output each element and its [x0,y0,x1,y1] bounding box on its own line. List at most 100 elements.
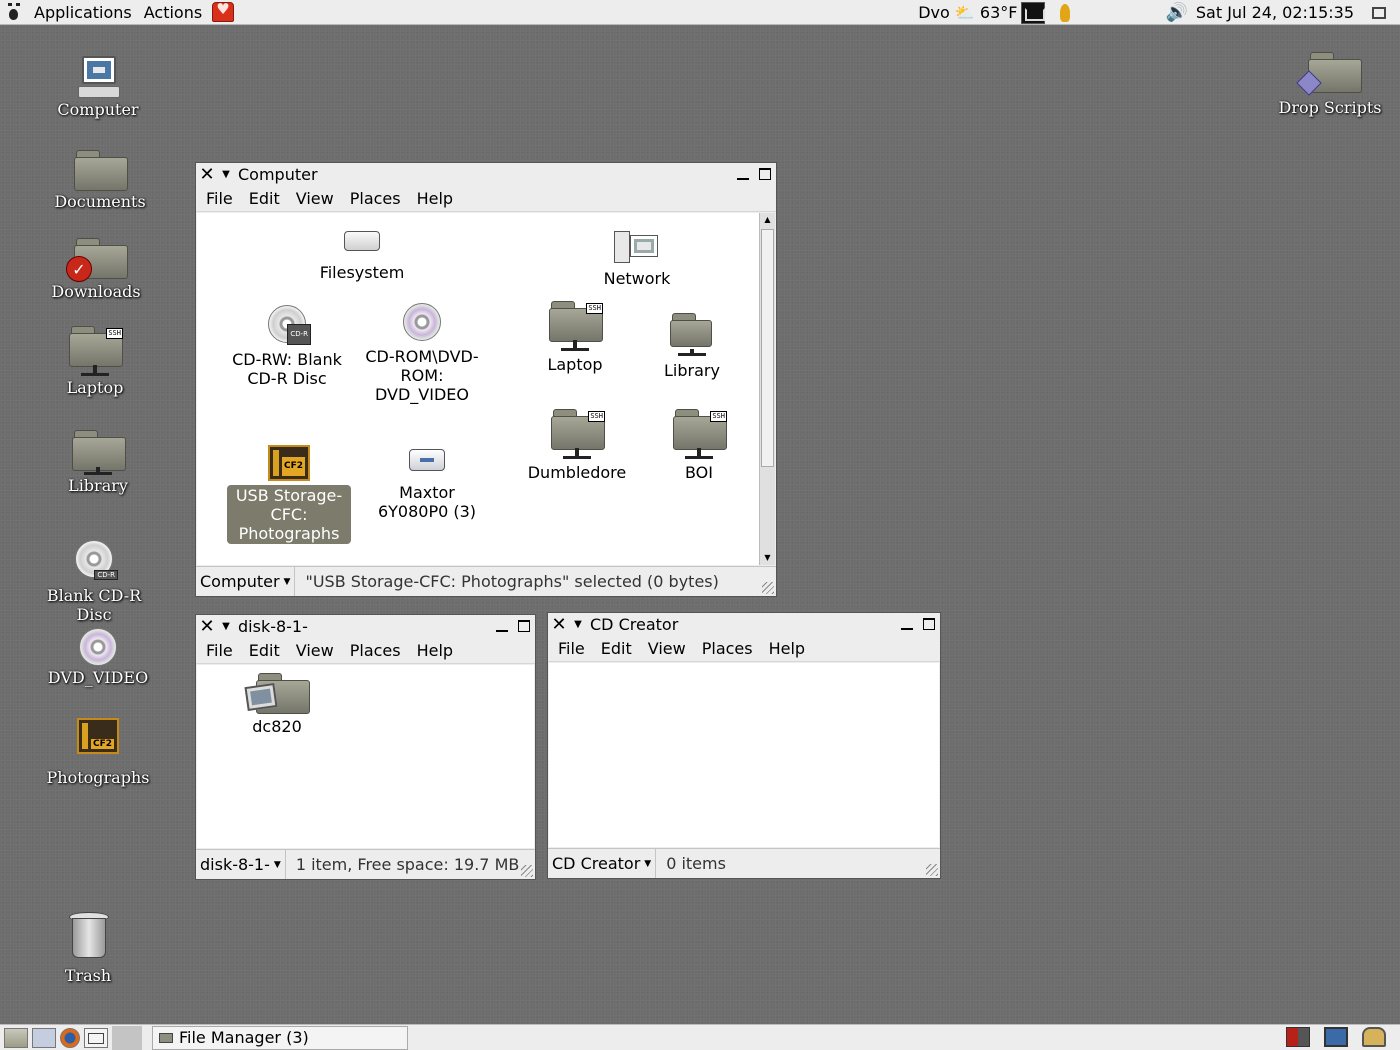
menu-edit[interactable]: Edit [593,639,640,658]
file-view[interactable]: dc820 [197,665,534,848]
menu-places[interactable]: Places [342,189,409,208]
location-label: CD Creator [552,854,641,873]
menu-edit[interactable]: Edit [241,641,288,660]
trash-icon [69,912,109,958]
maximize-icon[interactable] [513,617,535,636]
window-cd-creator[interactable]: ✕ ▼ CD Creator File Edit View Places Hel… [547,612,941,879]
file-item-label: Library [664,361,720,380]
cdr-disc-icon: CD-R [268,305,311,345]
menu-file[interactable]: File [198,641,241,660]
desktop-icon-drop-scripts[interactable]: Drop Scripts [1270,52,1390,117]
menu-view[interactable]: View [288,641,342,660]
file-item-label: CD-ROM\DVD-ROM: DVD_VIDEO [365,347,479,404]
file-item-network[interactable]: Network [577,231,697,288]
close-icon[interactable]: ✕ [196,616,218,637]
file-view[interactable]: Filesystem Network CD-R CD-RW: Blank CD-… [197,213,775,565]
desktop-icon-trash[interactable]: Trash [28,912,148,985]
window-disk[interactable]: ✕ ▼ disk-8-1- File Edit View Places Help… [195,614,536,880]
menu-file[interactable]: File [550,639,593,658]
taskbar-button-file-manager[interactable]: File Manager (3) [152,1025,408,1050]
maximize-icon[interactable] [918,615,940,634]
location-dropdown[interactable]: disk-8-1- ▼ [196,850,286,879]
library-folder-icon [72,430,126,475]
mail-notify-icon[interactable] [1021,1,1046,24]
maximize-icon[interactable] [754,165,776,184]
mail-icon[interactable] [84,1027,108,1048]
volume-icon[interactable]: 🔊 [1165,2,1187,23]
menu-help[interactable]: Help [409,641,461,660]
resize-grip-icon[interactable] [521,865,533,877]
desktop-icon-library[interactable]: Library [38,430,158,495]
scroll-up-arrow-icon[interactable]: ▲ [760,213,775,227]
weather-applet[interactable]: Dvo ⛅ 63°F [918,3,1017,22]
resize-grip-icon[interactable] [762,582,774,594]
menu-places[interactable]: Places [694,639,761,658]
desktop-icon-photographs[interactable]: Photographs [38,718,158,787]
scroll-thumb[interactable] [761,229,774,467]
checkmark-badge-icon: ✓ [66,256,92,282]
desktop-icon-laptop[interactable]: SSH Laptop [35,326,155,397]
window-titlebar[interactable]: ✕ ▼ Computer [196,163,776,186]
file-item-cdrw[interactable]: CD-R CD-RW: Blank CD-R Disc [222,305,352,388]
network-monitor-icon[interactable] [32,1027,56,1048]
menu-file[interactable]: File [198,189,241,208]
statusbar: CD Creator ▼ 0 items [548,848,940,878]
vertical-scrollbar[interactable]: ▲ ▼ [759,213,775,565]
desktop-icon-blank-cdr[interactable]: CD-R Blank CD-R Disc [34,540,154,624]
clock[interactable]: Sat Jul 24, 02:15:35 [1196,3,1354,22]
file-view[interactable] [549,663,939,847]
window-menu-arrow-icon[interactable]: ▼ [218,621,234,632]
screen-icon[interactable] [1324,1027,1348,1047]
window-titlebar[interactable]: ✕ ▼ disk-8-1- [196,615,535,638]
desktop-icon-documents[interactable]: Documents [40,148,160,211]
gift-icon[interactable] [212,0,235,22]
file-item-label: BOI [684,463,713,482]
file-item-library[interactable]: Library [637,307,747,380]
location-dropdown[interactable]: Computer ▼ [196,567,296,596]
location-dropdown[interactable]: CD Creator ▼ [548,849,657,878]
minimize-icon[interactable] [732,165,754,184]
ssh-tag: SSH [586,303,603,314]
file-item-boi[interactable]: SSH BOI [647,409,751,482]
file-item-filesystem[interactable]: Filesystem [297,231,427,282]
file-item-cdrom[interactable]: CD-ROM\DVD-ROM: DVD_VIDEO [357,303,487,404]
file-item-usb-storage[interactable]: USB Storage-CFC: Photographs [227,445,351,544]
actions-menu[interactable]: Actions [138,0,208,25]
resize-grip-icon[interactable] [926,864,938,876]
menu-view[interactable]: View [640,639,694,658]
scroll-down-arrow-icon[interactable]: ▼ [760,551,775,565]
file-item-laptop[interactable]: SSH Laptop [517,301,633,374]
workspace-switcher[interactable] [112,1025,142,1050]
menu-edit[interactable]: Edit [241,189,288,208]
compact-flash-icon [77,718,119,754]
window-menu-arrow-icon[interactable]: ▼ [218,169,234,180]
desktop-icon-downloads[interactable]: ✓ Downloads [36,238,156,301]
window-menu-arrow-icon[interactable]: ▼ [570,619,586,630]
desktop-icon-label: Computer [57,100,139,119]
desktop-icon-computer[interactable]: Computer [38,56,158,119]
menu-view[interactable]: View [288,189,342,208]
menu-help[interactable]: Help [409,189,461,208]
window-titlebar[interactable]: ✕ ▼ CD Creator [548,613,940,636]
file-item-label: USB Storage-CFC: Photographs [227,485,351,544]
bottom-panel: File Manager (3) [0,1024,1400,1050]
file-item-dc820[interactable]: dc820 [227,671,327,736]
workspace-icon[interactable] [1372,6,1386,19]
desktop-icon-dvd-video[interactable]: DVD_VIDEO [38,628,158,687]
file-item-maxtor[interactable]: Maxtor 6Y080P0 (3) [365,449,489,521]
close-icon[interactable]: ✕ [548,614,570,635]
close-icon[interactable]: ✕ [196,164,218,185]
firefox-icon[interactable] [60,1027,80,1048]
harddisk-icon [409,449,445,471]
menu-places[interactable]: Places [342,641,409,660]
minimize-icon[interactable] [896,615,918,634]
lock-icon[interactable] [1362,1027,1386,1047]
tux-icon[interactable] [1055,2,1075,24]
show-desktop-icon[interactable] [4,1027,28,1048]
window-computer[interactable]: ✕ ▼ Computer File Edit View Places Help … [195,162,777,597]
minimize-icon[interactable] [491,617,513,636]
menu-help[interactable]: Help [761,639,813,658]
file-item-dumbledore[interactable]: SSH Dumbledore [515,409,639,482]
logout-icon[interactable] [1286,1027,1310,1047]
applications-menu[interactable]: Applications [28,0,138,25]
